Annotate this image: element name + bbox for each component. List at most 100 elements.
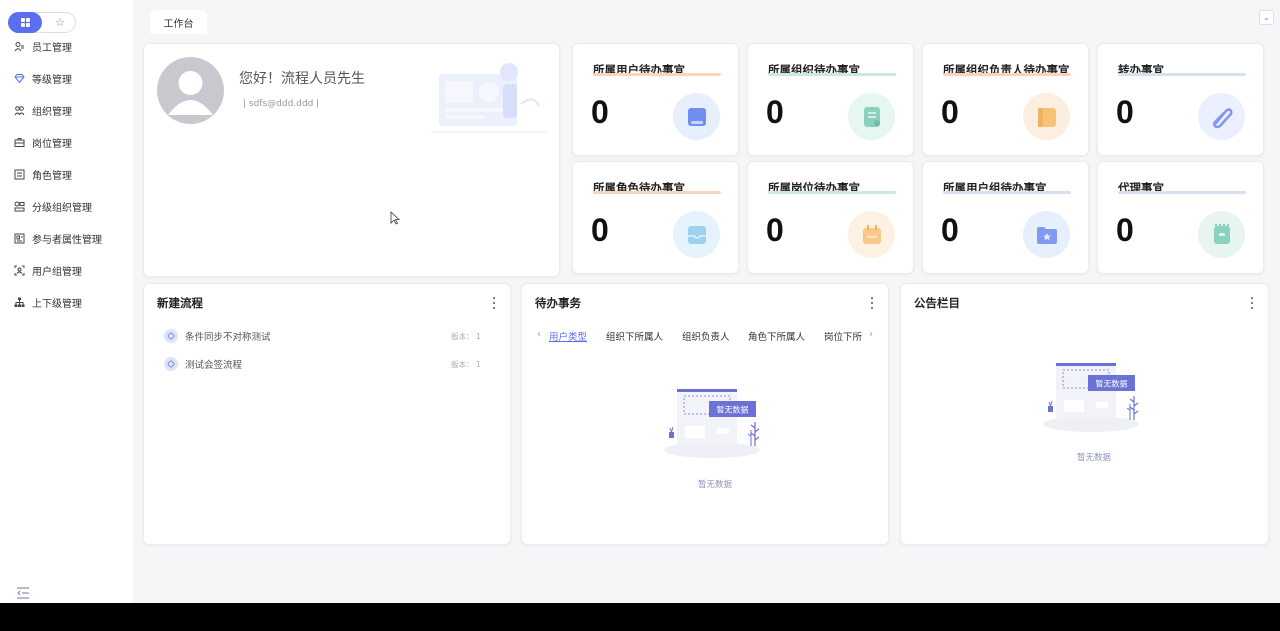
id-card-icon <box>14 233 25 244</box>
sidebar-item-label: 员工管理 <box>32 42 72 54</box>
app-root: ☆ 员工管理 等级管理 组织管理 岗位管理 角色管理 分级组织管理 参与者属性管… <box>0 0 1280 603</box>
user-email: | sdfs@ddd.ddd | <box>243 99 320 109</box>
chevron-down-icon: ⌄ <box>1263 13 1270 22</box>
user-group-icon <box>14 265 25 276</box>
subtab-org-leader[interactable]: 组织负责人 <box>682 329 730 343</box>
stat-underline <box>768 191 896 194</box>
stat-value: 0 <box>766 94 784 130</box>
sidebar-item-role[interactable]: 角色管理 <box>14 164 72 184</box>
stat-underline <box>593 191 721 194</box>
flow-version: 版本： 1 <box>451 331 481 341</box>
subtab-user-type[interactable]: 用户类型 <box>549 329 587 343</box>
sidebar-item-label: 用户组管理 <box>32 266 82 278</box>
stat-value: 0 <box>941 94 959 130</box>
stat-underline <box>943 191 1071 194</box>
document-icon <box>848 93 895 140</box>
inbox-icon <box>673 211 720 258</box>
new-flow-panel: 新建流程 条件同步不对称测试 版本： 1 测试会签流程 版本： 1 <box>143 283 511 545</box>
stat-card-transfer[interactable]: 转办事宜 0 <box>1097 43 1264 156</box>
sidebar-item-hierarchy-org[interactable]: 分级组织管理 <box>14 196 92 216</box>
org-icon <box>14 105 25 116</box>
star-folder-icon <box>1023 211 1070 258</box>
link-icon <box>164 329 178 343</box>
subtab-org-members[interactable]: 组织下所属人 <box>606 329 663 343</box>
sidebar-item-participant-attr[interactable]: 参与者属性管理 <box>14 228 102 248</box>
notebook-icon <box>1198 211 1245 258</box>
empty-data-illustration-icon: 暂无数据 <box>664 389 760 458</box>
sidebar-item-label: 岗位管理 <box>32 138 72 150</box>
sidebar-item-label: 角色管理 <box>32 170 72 182</box>
chevron-left-icon[interactable]: ‹ <box>537 329 541 340</box>
calendar-icon <box>848 211 895 258</box>
sidebar-item-user-group[interactable]: 用户组管理 <box>14 260 82 280</box>
sidebar-item-label: 等级管理 <box>32 74 72 86</box>
link-icon <box>164 357 178 371</box>
stat-underline <box>593 73 721 76</box>
todo-panel: 待办事务 ‹ 用户类型 组织下所属人 组织负责人 角色下所属人 岗位下所 › 暂… <box>521 283 889 545</box>
dashboard-illustration-icon <box>431 63 547 133</box>
stat-card-org-leader-todo[interactable]: 所属组织负责人待办事宜 0 <box>922 43 1089 156</box>
subtab-role-members[interactable]: 角色下所属人 <box>748 329 805 343</box>
stat-value: 0 <box>941 212 959 248</box>
sidebar-item-post[interactable]: 岗位管理 <box>14 132 72 152</box>
todo-subtabs: ‹ 用户类型 组织下所属人 组织负责人 角色下所属人 岗位下所 › <box>535 328 885 344</box>
chevron-right-icon[interactable]: › <box>869 329 873 340</box>
grid-icon <box>20 18 30 27</box>
more-options-icon[interactable] <box>492 297 496 309</box>
briefcase-icon <box>14 137 25 148</box>
paperclip-icon <box>1198 93 1245 140</box>
tab-dropdown-button[interactable]: ⌄ <box>1259 10 1274 25</box>
greeting-text: 您好！流程人员先生 <box>239 71 365 87</box>
tab-workbench[interactable]: 工作台 <box>150 10 207 34</box>
sidebar-item-label: 组织管理 <box>32 106 72 118</box>
sidebar-item-org[interactable]: 组织管理 <box>14 100 72 120</box>
avatar[interactable] <box>157 57 224 124</box>
stat-value: 0 <box>766 212 784 248</box>
book-icon <box>673 93 720 140</box>
sidebar-item-employee[interactable]: 员工管理 <box>14 36 72 56</box>
users-icon <box>14 41 25 52</box>
mouse-cursor-icon <box>390 211 400 225</box>
stat-underline <box>1118 73 1246 76</box>
collapse-menu-icon[interactable] <box>16 584 30 599</box>
stat-card-agent[interactable]: 代理事宜 0 <box>1097 161 1264 274</box>
empty-text: 暂无数据 <box>1077 453 1112 463</box>
stat-underline <box>768 73 896 76</box>
subtab-post-members[interactable]: 岗位下所 <box>824 329 863 343</box>
flow-name: 测试会签流程 <box>185 360 243 371</box>
sidebar-item-label: 参与者属性管理 <box>32 234 102 246</box>
favorites-button[interactable]: ☆ <box>43 12 77 33</box>
stat-card-user-group-todo[interactable]: 所属用户组待办事宜 0 <box>922 161 1089 274</box>
empty-badge-text: 暂无数据 <box>717 405 749 415</box>
stat-card-org-todo[interactable]: 所属组织待办事宜 0 <box>747 43 914 156</box>
flow-list-item[interactable]: 测试会签流程 版本： 1 <box>164 356 484 372</box>
stat-underline <box>1118 191 1246 194</box>
more-options-icon[interactable] <box>1250 297 1254 309</box>
flow-name: 条件同步不对称测试 <box>185 332 271 343</box>
stat-value: 0 <box>591 94 609 130</box>
sidebar-item-superior[interactable]: 上下级管理 <box>14 292 82 312</box>
stat-value: 0 <box>591 212 609 248</box>
view-switcher: ☆ <box>8 12 76 33</box>
hierarchy-icon <box>14 201 25 212</box>
flow-version: 版本： 1 <box>451 359 481 369</box>
folder-icon <box>1023 93 1070 140</box>
flow-list-item[interactable]: 条件同步不对称测试 版本： 1 <box>164 328 484 344</box>
panel-title: 公告栏目 <box>914 296 960 310</box>
stat-card-user-todo[interactable]: 所属用户待办事宜 0 <box>572 43 739 156</box>
panel-title: 待办事务 <box>535 296 581 310</box>
panel-title: 新建流程 <box>157 296 203 310</box>
star-icon: ☆ <box>55 16 65 29</box>
sidebar-item-grade[interactable]: 等级管理 <box>14 68 72 88</box>
menu-view-button[interactable] <box>8 12 42 33</box>
notice-panel: 公告栏目 暂无数据 暂无数据 <box>900 283 1269 545</box>
sidebar-item-label: 分级组织管理 <box>32 202 92 214</box>
stat-underline <box>943 73 1071 76</box>
profile-card: 您好！流程人员先生 | sdfs@ddd.ddd | <box>143 43 560 277</box>
sidebar: ☆ 员工管理 等级管理 组织管理 岗位管理 角色管理 分级组织管理 参与者属性管… <box>0 0 133 603</box>
tree-icon <box>14 297 25 308</box>
stat-card-post-todo[interactable]: 所属岗位待办事宜 0 <box>747 161 914 274</box>
user-avatar-icon <box>168 71 213 115</box>
stat-card-role-todo[interactable]: 所属角色待办事宜 0 <box>572 161 739 274</box>
more-options-icon[interactable] <box>870 297 874 309</box>
